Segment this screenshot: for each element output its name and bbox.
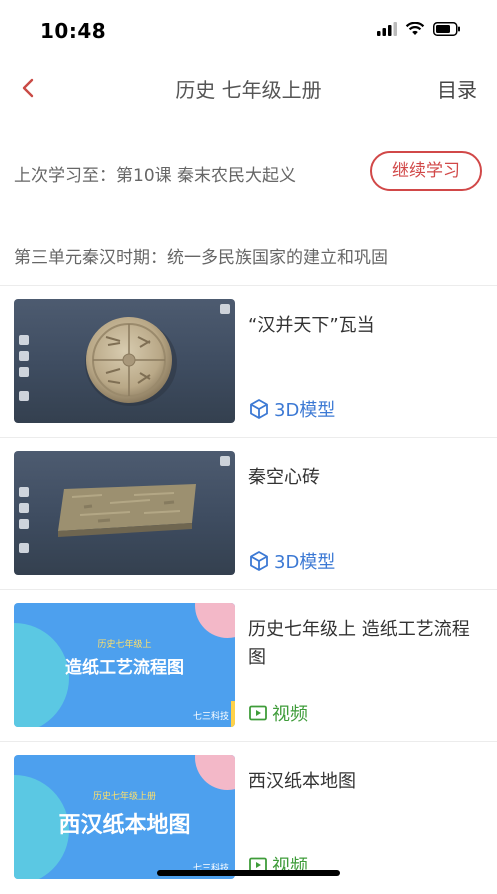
list-item[interactable]: 历史七年级上 造纸工艺流程图 七三科技 历史七年级上 造纸工艺流程图 视频 <box>0 589 497 742</box>
thumb-subtitle: 历史七年级上册 <box>92 792 156 802</box>
continue-learning-button[interactable]: 继续学习 <box>370 151 482 191</box>
item-title: 西汉纸本地图 <box>248 771 356 792</box>
item-type-label: 视频 <box>272 704 308 725</box>
brand-logo: 七三科技 <box>192 712 229 722</box>
item-type-badge: 3D模型 <box>248 548 335 574</box>
thumb-main-title: 造纸工艺流程图 <box>65 658 184 678</box>
video-thumbnail: 历史七年级上册 西汉纸本地图 七三科技 <box>14 755 235 879</box>
status-icons <box>377 22 461 36</box>
play-icon <box>249 705 267 721</box>
thumb-subtitle: 历史七年级上 <box>97 640 152 650</box>
last-studied-row: 上次学习至：第10课 秦末农民大起义 继续学习 <box>0 148 497 198</box>
last-studied-text: 上次学习至：第10课 秦末农民大起义 <box>14 166 297 186</box>
cube-icon <box>250 551 268 571</box>
cube-icon <box>250 399 268 419</box>
thumb-main-title: 西汉纸本地图 <box>58 813 191 838</box>
item-title: “汉并天下”瓦当 <box>248 315 375 336</box>
item-title: 历史七年级上 造纸工艺流程图 <box>248 619 470 668</box>
list-item[interactable]: 秦空心砖 3D模型 <box>0 437 497 590</box>
cellular-signal-icon <box>377 22 397 36</box>
home-indicator[interactable] <box>157 870 340 876</box>
model-thumbnail <box>14 451 235 575</box>
nav-bar: 历史 七年级上册 目录 <box>0 62 497 118</box>
status-time: 10:48 <box>40 19 107 43</box>
status-bar: 10:48 <box>0 0 497 62</box>
item-type-badge: 视频 <box>248 700 308 726</box>
roof-tile-image <box>85 317 177 406</box>
hollow-brick-image <box>58 484 196 537</box>
battery-icon <box>433 22 460 36</box>
item-type-label: 3D模型 <box>274 552 336 573</box>
video-thumbnail: 历史七年级上 造纸工艺流程图 七三科技 <box>14 603 235 727</box>
wifi-icon <box>405 22 425 35</box>
item-type-label: 3D模型 <box>274 400 336 421</box>
unit-title: 第三单元秦汉时期：统一多民族国家的建立和巩固 <box>14 248 388 268</box>
catalog-button[interactable]: 目录 <box>437 74 477 103</box>
list-item[interactable]: “汉并天下”瓦当 3D模型 <box>0 285 497 438</box>
item-type-badge: 3D模型 <box>248 396 335 422</box>
item-title: 秦空心砖 <box>248 467 320 488</box>
model-thumbnail <box>14 299 235 423</box>
page-title: 历史 七年级上册 <box>175 78 322 102</box>
